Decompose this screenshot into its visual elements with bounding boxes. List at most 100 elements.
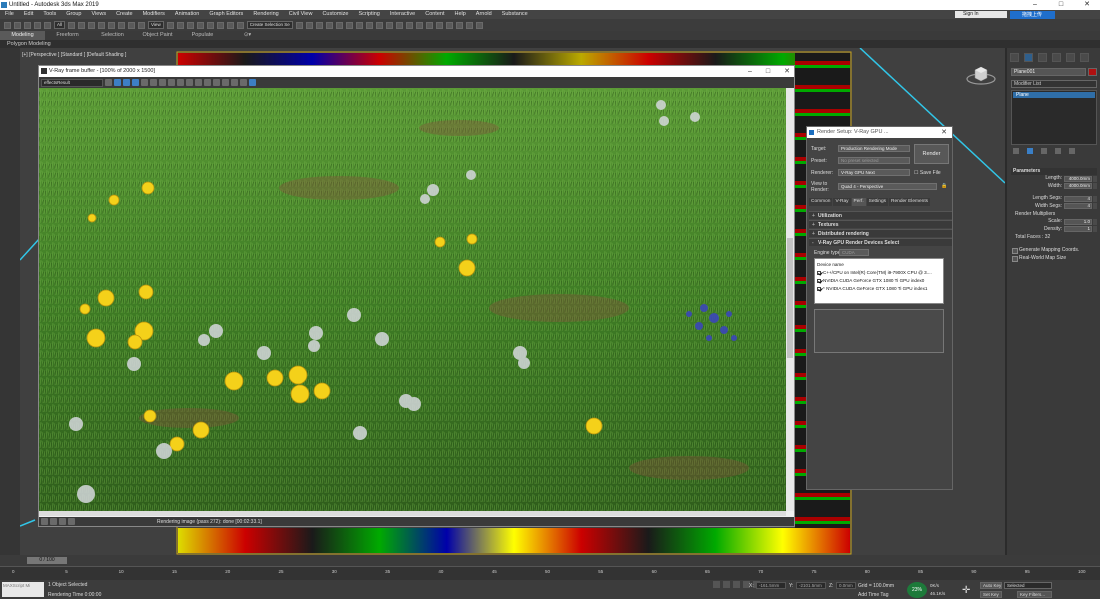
play-icon[interactable] <box>733 581 740 588</box>
vfb-scroll-thumb[interactable] <box>787 238 793 358</box>
vfb-vertical-scrollbar[interactable] <box>786 88 794 511</box>
vfb-lens-effects-icon[interactable] <box>50 518 57 525</box>
vray-light-icon[interactable] <box>435 21 443 29</box>
key-filters-button[interactable]: Key Filters... <box>1017 591 1052 598</box>
vfb-history-icon[interactable] <box>249 79 256 86</box>
move-icon[interactable] <box>108 21 116 29</box>
length-field[interactable]: 4000.0mm <box>1064 175 1092 182</box>
redo-icon[interactable] <box>14 21 21 29</box>
width-field[interactable]: 4000.0mm <box>1064 183 1092 190</box>
select-by-name-icon[interactable] <box>78 21 86 29</box>
layer-explorer-icon[interactable] <box>315 21 323 29</box>
sign-in-button[interactable]: Sign In <box>955 11 1007 18</box>
menu-views[interactable]: Views <box>87 10 112 19</box>
render-setup-icon[interactable] <box>365 21 373 29</box>
menu-file[interactable]: File <box>0 10 19 19</box>
a360-gallery-icon[interactable] <box>405 21 413 29</box>
previous-frame-icon[interactable] <box>723 581 730 588</box>
save-icon[interactable] <box>159 79 166 86</box>
vfb-horizontal-scrollbar[interactable] <box>39 511 786 516</box>
configure-sets-icon[interactable] <box>1069 148 1075 154</box>
menu-help[interactable]: Help <box>449 10 470 19</box>
alpha-channel-icon[interactable] <box>141 79 148 86</box>
menu-graph-editors[interactable]: Graph Editors <box>204 10 248 19</box>
x-coord-field[interactable]: -161.5mm <box>756 582 786 589</box>
rollout-distributed-rendering[interactable]: Distributed rendering <box>809 229 952 238</box>
schematic-view-icon[interactable] <box>345 21 353 29</box>
make-unique-icon[interactable] <box>1041 148 1047 154</box>
mono-channel-icon[interactable] <box>150 79 157 86</box>
z-coord-field[interactable]: 0.0mm <box>836 582 856 589</box>
track-mouse-icon[interactable] <box>195 79 202 86</box>
tab-vray[interactable]: V-Ray <box>833 198 851 206</box>
key-set-dropdown[interactable]: Selected <box>1004 582 1052 589</box>
percent-snap-icon[interactable] <box>216 21 224 29</box>
render-setup-dialog[interactable]: Render Setup: V-Ray GPU ... ✕ Target: Pr… <box>806 126 953 490</box>
menu-rendering[interactable]: Rendering <box>248 10 283 19</box>
vfb-maximize-icon[interactable]: □ <box>766 66 770 77</box>
remove-modifier-icon[interactable] <box>1055 148 1061 154</box>
menu-scripting[interactable]: Scripting <box>353 10 384 19</box>
render-in-cloud-icon[interactable] <box>395 21 403 29</box>
vfb-close-icon[interactable]: ✕ <box>784 66 790 77</box>
vray-sphere-icon[interactable] <box>475 21 483 29</box>
green-channel-icon[interactable] <box>123 79 130 86</box>
auto-key-button[interactable]: Auto Key <box>980 582 1002 589</box>
undo-icon[interactable] <box>4 21 11 29</box>
ipr-icon[interactable] <box>240 79 247 86</box>
vfb-stamp-icon[interactable] <box>59 518 66 525</box>
menu-group[interactable]: Group <box>61 10 86 19</box>
render-button[interactable]: Render <box>914 144 949 164</box>
display-tab-icon[interactable] <box>1066 53 1075 62</box>
menu-substance[interactable]: Substance <box>497 10 533 19</box>
modifier-list-dropdown[interactable]: Modifier List <box>1011 80 1097 88</box>
vray-plane-icon[interactable] <box>465 21 473 29</box>
rollout-textures[interactable]: Textures <box>809 220 952 229</box>
save-file-checkbox[interactable]: ☐ Save File <box>914 170 941 176</box>
place-icon[interactable] <box>138 21 146 29</box>
preset-dropdown[interactable]: No preset selected <box>838 157 910 164</box>
device-checkbox[interactable] <box>817 278 821 283</box>
window-crossing-icon[interactable] <box>98 21 106 29</box>
tab-settings[interactable]: Settings <box>866 198 889 206</box>
tab-perf[interactable]: Perf. <box>851 198 866 206</box>
generate-mapping-checkbox[interactable]: Generate Mapping Coords. <box>1011 246 1097 254</box>
density-spinner[interactable] <box>1093 226 1097 233</box>
track-bar[interactable]: 0 5 10 15 20 25 30 35 40 45 50 55 60 65 70 75 80 85 90 95 10… <box>0 566 1100 580</box>
load-icon[interactable] <box>168 79 175 86</box>
performance-monitor[interactable]: 23% <box>907 582 927 598</box>
menu-customize[interactable]: Customize <box>317 10 353 19</box>
tab-common[interactable]: Common <box>809 198 833 206</box>
tab-populate[interactable]: Populate <box>180 31 225 40</box>
vfb-channel-dropdown[interactable]: effectsResult <box>41 78 103 87</box>
utilities-tab-icon[interactable] <box>1080 53 1089 62</box>
menu-edit[interactable]: Edit <box>19 10 38 19</box>
menu-content[interactable]: Content <box>420 10 449 19</box>
device-checkbox[interactable] <box>817 270 821 275</box>
vfb-compare-icon[interactable] <box>68 518 75 525</box>
material-editor-icon[interactable] <box>355 21 363 29</box>
bind-space-warp-icon[interactable] <box>44 21 51 29</box>
render-last-icon[interactable] <box>231 79 238 86</box>
set-key-button[interactable]: Set Key <box>980 591 1002 598</box>
tab-modeling[interactable]: Modeling <box>0 31 45 40</box>
rotate-icon[interactable] <box>118 21 126 29</box>
clear-image-icon[interactable] <box>177 79 184 86</box>
y-coord-field[interactable]: -2101.5mm <box>796 582 826 589</box>
ribbon-panel-label[interactable]: Polygon Modeling <box>0 40 1100 48</box>
width-segs-field[interactable]: 4 <box>1064 203 1092 210</box>
length-segs-field[interactable]: 4 <box>1064 195 1092 202</box>
scale-field[interactable]: 1.0 <box>1064 218 1092 225</box>
target-dropdown[interactable]: Production Rendering Mode <box>838 145 910 152</box>
menu-create[interactable]: Create <box>111 10 138 19</box>
rollout-utilization[interactable]: Utilization <box>809 211 952 220</box>
menu-arnold[interactable]: Arnold <box>471 10 497 19</box>
pick-region-icon[interactable] <box>213 79 220 86</box>
select-manipulate-icon[interactable] <box>176 21 184 29</box>
stack-item-plane[interactable]: Plane <box>1013 92 1095 98</box>
menu-interactive[interactable]: Interactive <box>385 10 420 19</box>
angle-snap-icon[interactable] <box>206 21 214 29</box>
vray-toolbar-icon[interactable] <box>415 21 423 29</box>
render-production-icon[interactable] <box>385 21 393 29</box>
pivot-icon[interactable] <box>166 21 174 29</box>
